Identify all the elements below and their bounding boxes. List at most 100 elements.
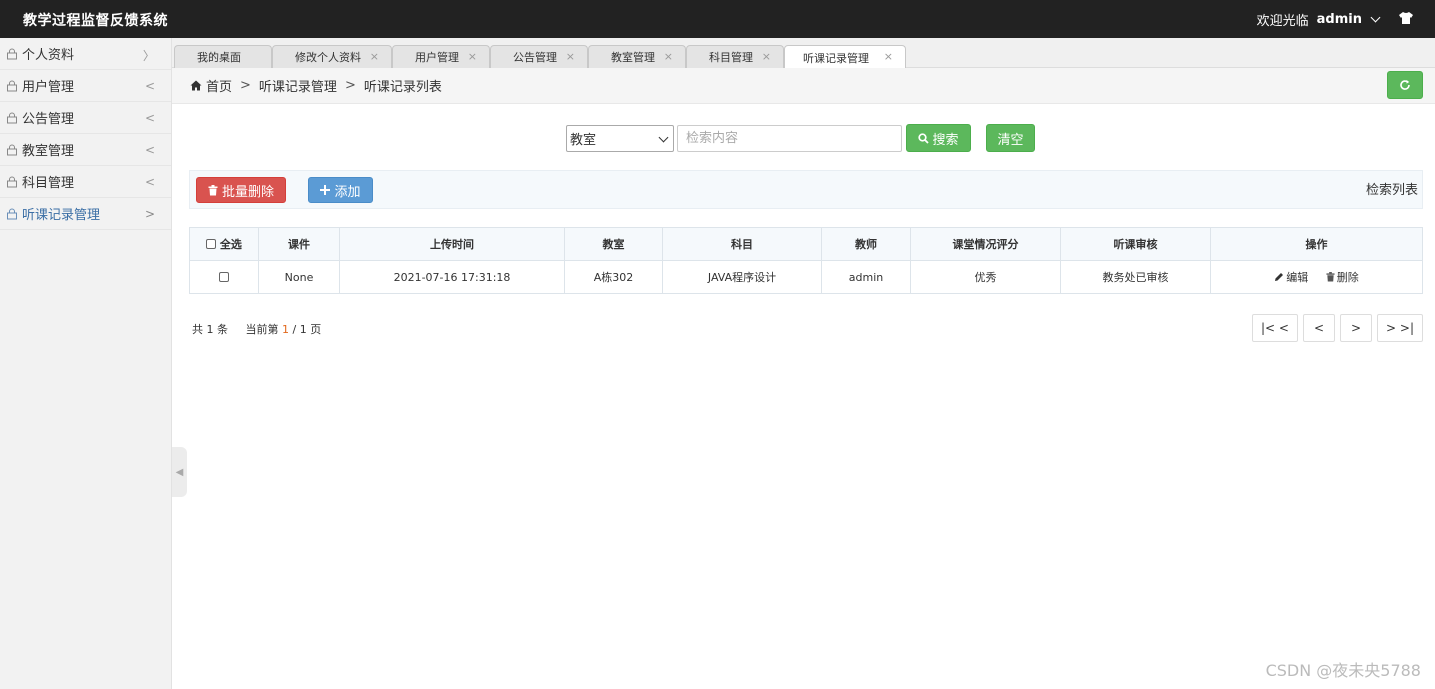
breadcrumb-separator: >: [344, 78, 356, 93]
table-header-row: 全选 课件 上传时间 教室 科目 教师 课堂情况评分 听课审核 操作: [189, 227, 1423, 261]
breadcrumb-home[interactable]: 首页: [206, 76, 232, 95]
watermark: CSDN @夜未央5788: [1265, 661, 1421, 680]
tab-label: 用户管理: [415, 51, 459, 64]
cell-classroom: A栋302: [564, 260, 663, 294]
sidebar-item-announcements[interactable]: 公告管理 <: [0, 102, 171, 134]
pencil-icon: [1275, 273, 1284, 281]
sidebar-item-classrooms[interactable]: 教室管理 <: [0, 134, 171, 166]
chevron-left-icon: <: [144, 175, 155, 189]
column-header: 科目: [662, 227, 822, 261]
column-header: 操作: [1210, 227, 1423, 261]
trash-icon: [208, 184, 218, 195]
tab-users[interactable]: 用户管理 ×: [392, 45, 490, 68]
sidebar-item-label: 听课记录管理: [22, 208, 101, 223]
refresh-button[interactable]: [1387, 71, 1423, 99]
search-field-select[interactable]: 教室: [566, 124, 674, 152]
chevron-left-icon: <: [144, 111, 155, 125]
current-page: 1: [281, 323, 289, 336]
first-page-button[interactable]: |< <: [1252, 314, 1298, 342]
close-icon[interactable]: ×: [370, 50, 379, 63]
sidebar-item-label: 教室管理: [22, 144, 75, 159]
lock-icon: [7, 176, 17, 187]
sidebar-item-subjects[interactable]: 科目管理 <: [0, 166, 171, 198]
plus-icon: [320, 185, 331, 195]
column-header: 教师: [821, 227, 911, 261]
breadcrumb-level1[interactable]: 听课记录管理: [259, 76, 337, 95]
next-page-button[interactable]: >: [1340, 314, 1372, 342]
app-title: 教学过程监督反馈系统: [23, 13, 168, 29]
tab-announcements[interactable]: 公告管理 ×: [490, 45, 588, 68]
sidebar-item-users[interactable]: 用户管理 <: [0, 70, 171, 102]
action-toolbar: 批量删除 添加 检索列表: [189, 170, 1423, 209]
pagination-info: 共 1 条 当前第 1 / 1 页: [192, 321, 321, 337]
breadcrumb-current: 听课记录列表: [363, 80, 442, 95]
user-menu[interactable]: 欢迎光临 admin: [1256, 10, 1381, 29]
tab-subjects[interactable]: 科目管理 ×: [686, 45, 784, 68]
search-bar: 教室 搜索 清空: [566, 124, 1035, 152]
tab-label: 公告管理: [513, 51, 557, 64]
close-icon[interactable]: ×: [884, 50, 893, 63]
top-header: 教学过程监督反馈系统 欢迎光临 admin: [0, 0, 1435, 38]
sidebar-item-profile[interactable]: 个人资料 ﹀: [0, 38, 171, 70]
sidebar-item-lecture-records[interactable]: 听课记录管理 >: [0, 198, 171, 230]
tab-label: 我的桌面: [197, 51, 241, 64]
search-button[interactable]: 搜索: [906, 124, 971, 152]
lock-icon: [7, 112, 17, 123]
batch-delete-button[interactable]: 批量删除: [196, 177, 286, 203]
clear-button-label: 清空: [997, 132, 1024, 148]
table-row: None 2021-07-16 17:31:18 A栋302 JAVA程序设计 …: [189, 260, 1423, 294]
close-icon[interactable]: ×: [468, 50, 477, 63]
page-slash: /: [292, 323, 297, 336]
prev-page-button[interactable]: <: [1303, 314, 1335, 342]
refresh-icon: [1400, 80, 1410, 90]
close-icon[interactable]: ×: [664, 50, 673, 63]
tab-classrooms[interactable]: 教室管理 ×: [588, 45, 686, 68]
welcome-text: 欢迎光临: [1256, 14, 1309, 29]
chevron-left-icon: <: [144, 143, 155, 157]
cell-review: 教务处已审核: [1060, 260, 1211, 294]
tab-lecture-records[interactable]: 听课记录管理 ×: [784, 45, 906, 69]
trash-icon: [1326, 272, 1335, 282]
sidebar-item-label: 用户管理: [22, 80, 75, 95]
tab-desktop[interactable]: 我的桌面: [174, 45, 272, 68]
close-icon[interactable]: ×: [566, 50, 575, 63]
last-page-button[interactable]: > >|: [1377, 314, 1423, 342]
column-header: 课件: [258, 227, 340, 261]
delete-link[interactable]: 删除: [1326, 269, 1359, 285]
search-input[interactable]: [677, 124, 902, 152]
home-icon: [190, 80, 202, 91]
cell-upload-time: 2021-07-16 17:31:18: [339, 260, 565, 294]
sidebar-item-label: 科目管理: [22, 176, 75, 191]
close-icon[interactable]: ×: [762, 50, 771, 63]
batch-delete-label: 批量删除: [221, 184, 274, 200]
shirt-icon[interactable]: [1398, 10, 1414, 26]
delete-label: 删除: [1336, 271, 1359, 284]
lock-icon: [7, 208, 17, 219]
total-count: 1: [206, 323, 214, 336]
tab-label: 科目管理: [709, 51, 753, 64]
tab-bar: 我的桌面 修改个人资料 × 用户管理 × 公告管理 × 教室管理 × 科目管理 …: [172, 38, 1435, 69]
cell-courseware: None: [258, 260, 340, 294]
username[interactable]: admin: [1317, 12, 1362, 27]
column-header: 上传时间: [339, 227, 565, 261]
clear-button[interactable]: 清空: [986, 124, 1035, 152]
caret-left-icon: ◀: [175, 466, 184, 478]
tab-label: 听课记录管理: [803, 51, 869, 65]
tab-edit-profile[interactable]: 修改个人资料 ×: [272, 45, 392, 68]
tab-label: 教室管理: [611, 51, 655, 64]
sidebar-collapse-handle[interactable]: ◀: [172, 447, 187, 497]
column-header: 教室: [564, 227, 663, 261]
row-checkbox[interactable]: [219, 271, 229, 282]
chevron-down-icon: [658, 132, 669, 142]
search-list-label: 检索列表: [1365, 183, 1418, 198]
add-button[interactable]: 添加: [308, 177, 373, 203]
sidebar-item-label: 公告管理: [22, 112, 75, 127]
select-all-checkbox[interactable]: [206, 239, 217, 249]
chevron-down-icon[interactable]: [1370, 12, 1381, 23]
cell-actions: 编辑 删除: [1210, 260, 1423, 294]
chevron-icon: ﹀: [142, 49, 157, 62]
tab-label: 修改个人资料: [295, 51, 361, 64]
pagination-controls: |< < < > > >|: [1252, 314, 1423, 342]
select-all-header[interactable]: 全选: [189, 227, 259, 261]
edit-link[interactable]: 编辑: [1274, 269, 1308, 285]
